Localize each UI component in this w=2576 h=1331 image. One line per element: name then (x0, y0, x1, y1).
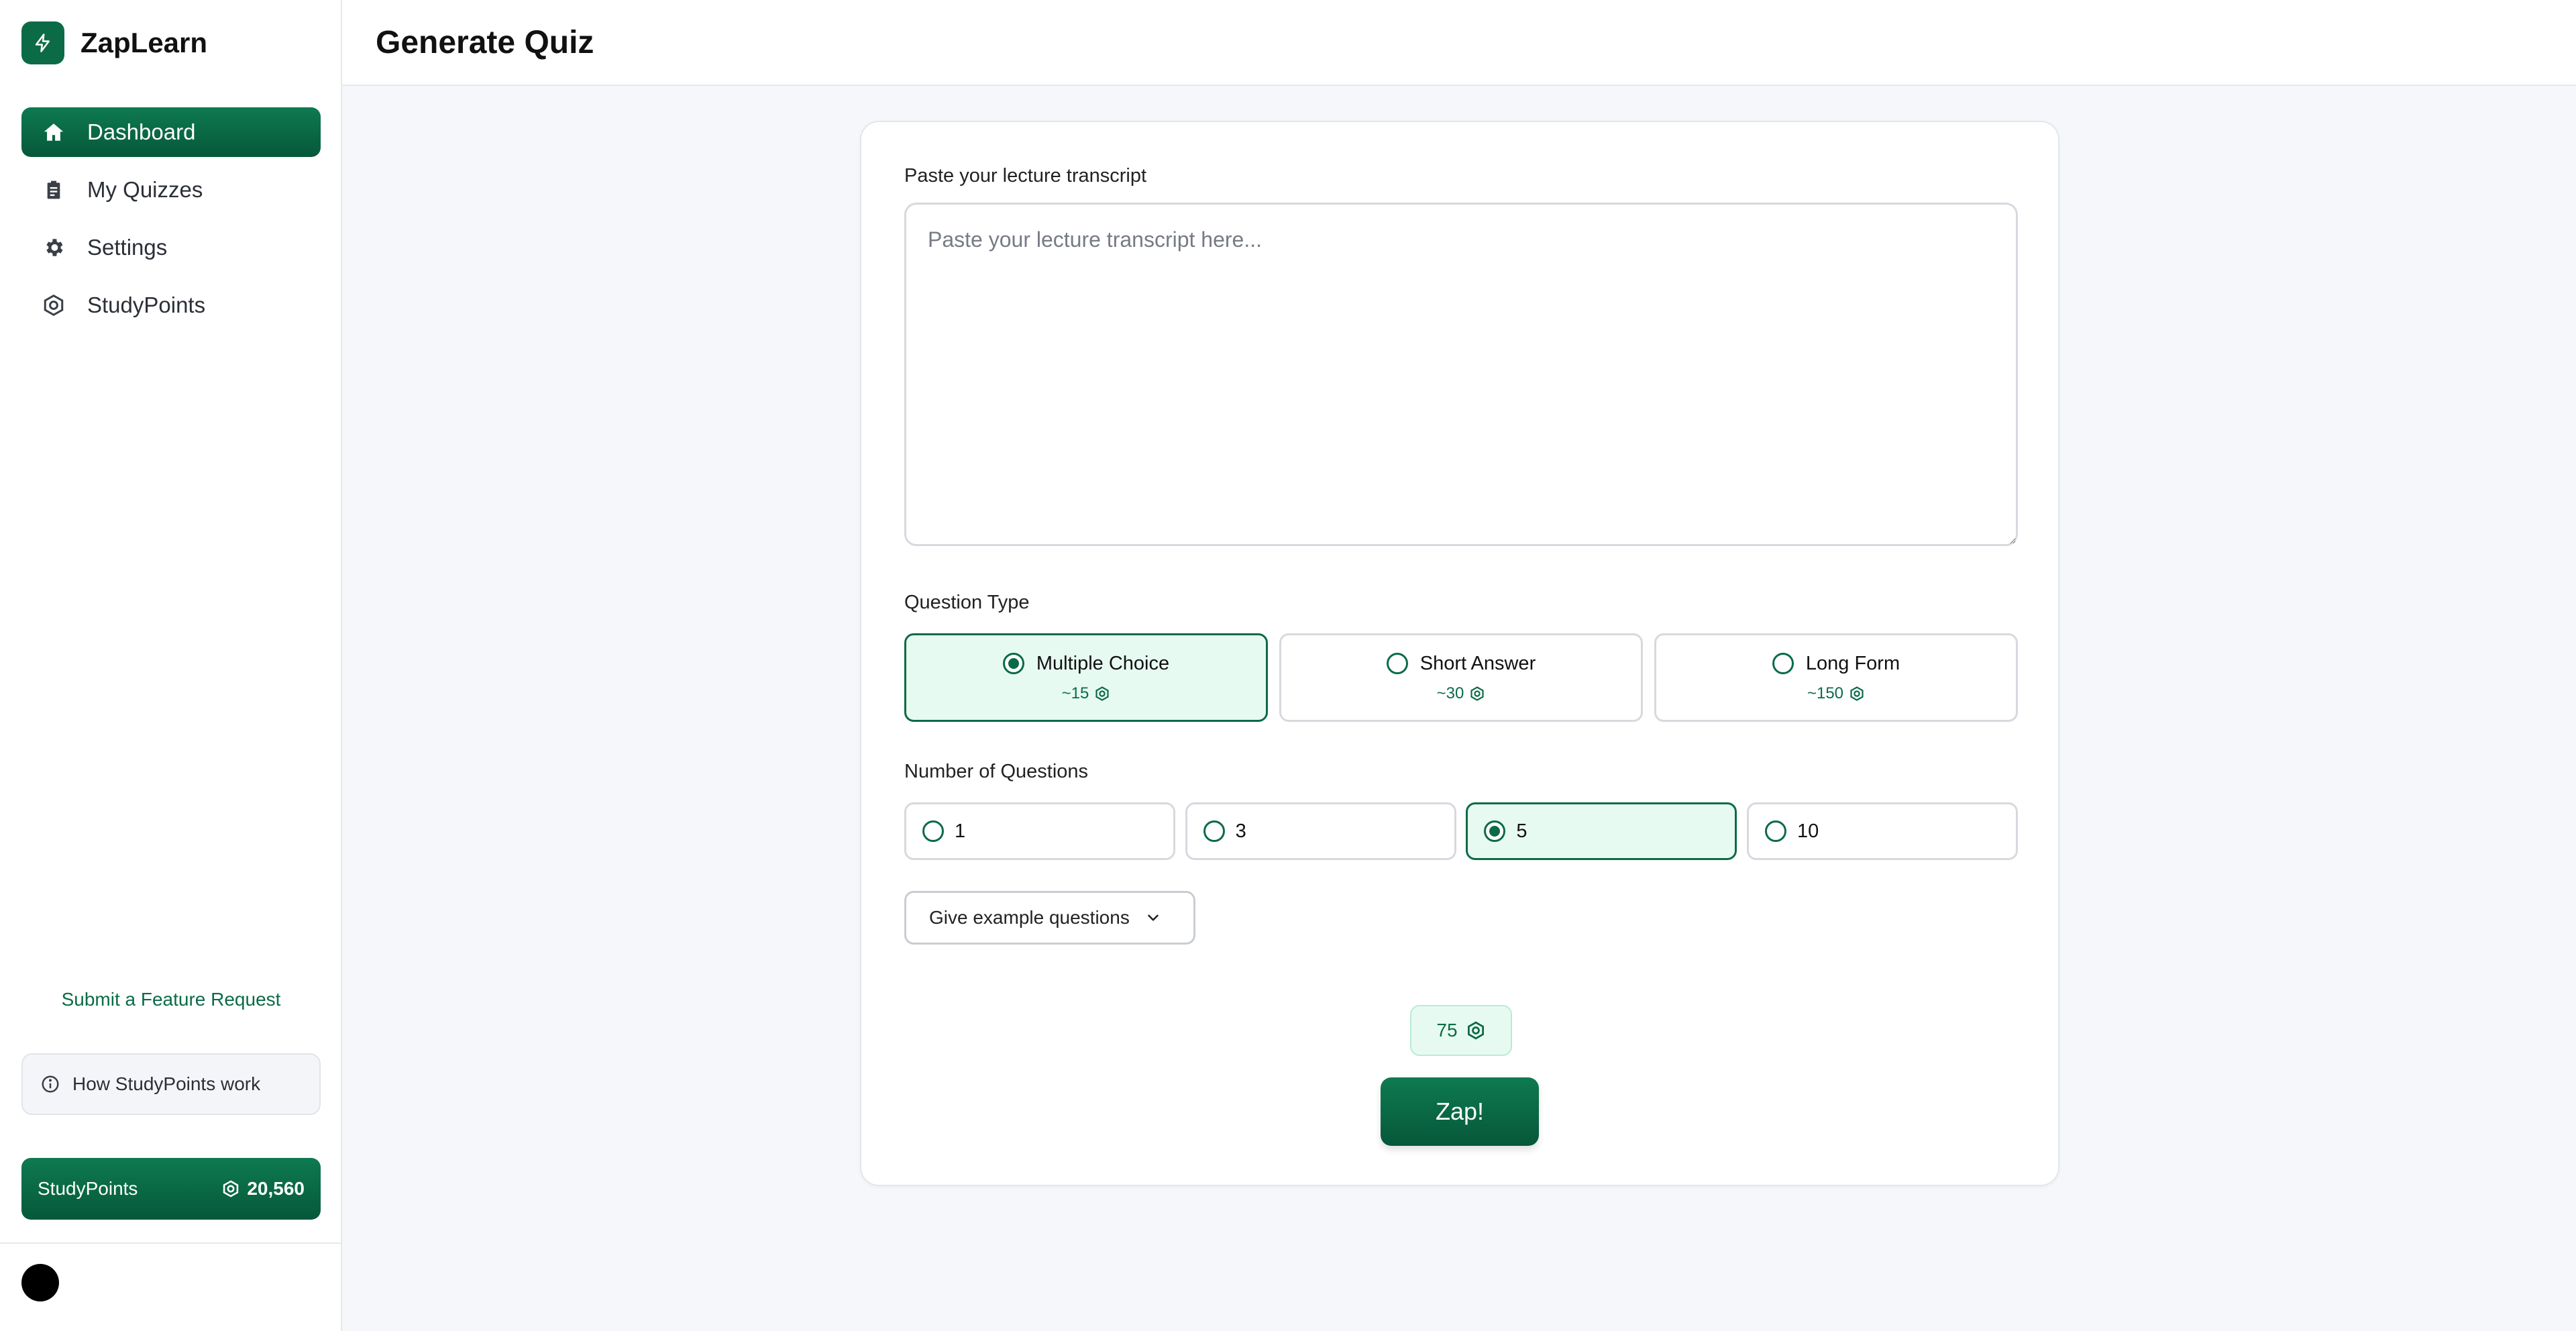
brand[interactable]: ZapLearn (21, 21, 207, 64)
studypoints-balance[interactable]: StudyPoints 20,560 (21, 1158, 321, 1220)
num-questions-group: 1 3 5 10 (904, 802, 2018, 860)
studypoints-value-wrap: 20,560 (221, 1178, 305, 1200)
question-type-short-answer[interactable]: Short Answer ~30 (1279, 633, 1643, 722)
how-studypoints-label: How StudyPoints work (72, 1073, 261, 1094)
num-questions-label: Number of Questions (904, 761, 1089, 782)
hexagon-coin-icon (1470, 686, 1484, 701)
question-type-group: Multiple Choice ~15 Short Answer ~30 Lon… (904, 633, 2018, 722)
question-type-label-text: Short Answer (1419, 652, 1536, 674)
question-type-cost: ~15 (1061, 684, 1089, 702)
home-icon (40, 119, 67, 146)
transcript-input[interactable] (904, 203, 2018, 546)
example-questions-dropdown[interactable]: Give example questions (904, 891, 1195, 945)
transcript-label: Paste your lecture transcript (904, 165, 1147, 187)
question-type-multiple-choice[interactable]: Multiple Choice ~15 (904, 633, 1268, 722)
question-type-label-text: Long Form (1805, 652, 1900, 674)
num-option-label: 1 (955, 820, 966, 842)
question-type-long-form[interactable]: Long Form ~150 (1654, 633, 2018, 722)
total-cost-value: 75 (1436, 1020, 1458, 1041)
sidebar: ZapLearn Dashboard My Quizzes Settings S… (0, 0, 342, 1331)
num-option-label: 3 (1235, 820, 1246, 842)
question-type-cost: ~150 (1807, 684, 1844, 702)
hexagon-coin-icon (40, 292, 67, 319)
question-type-label: Question Type (904, 592, 1030, 613)
avatar[interactable] (21, 1264, 59, 1301)
radio-unselected[interactable] (1772, 653, 1794, 674)
num-questions-option-3[interactable]: 3 (1185, 802, 1456, 860)
num-questions-option-1[interactable]: 1 (904, 802, 1175, 860)
radio-selected[interactable] (1002, 653, 1024, 674)
num-option-label: 5 (1516, 820, 1527, 842)
gear-icon (40, 234, 67, 261)
hexagon-coin-icon (1095, 686, 1109, 701)
question-type-label-text: Multiple Choice (1036, 652, 1170, 674)
sidebar-item-label: My Quizzes (87, 177, 203, 202)
app-name: ZapLearn (80, 27, 208, 58)
num-questions-option-10[interactable]: 10 (1746, 802, 2018, 860)
hexagon-coin-icon (223, 1180, 239, 1197)
example-questions-label: Give example questions (929, 907, 1130, 928)
sidebar-item-dashboard[interactable]: Dashboard (21, 107, 321, 157)
info-icon (40, 1074, 60, 1094)
page-header: Generate Quiz (342, 0, 2576, 86)
radio-unselected[interactable] (1764, 820, 1786, 842)
sidebar-item-label: Settings (87, 235, 168, 260)
sidebar-item-my-quizzes[interactable]: My Quizzes (21, 165, 321, 215)
how-studypoints-work-button[interactable]: How StudyPoints work (21, 1053, 321, 1115)
sidebar-item-label: Dashboard (87, 119, 196, 144)
total-cost-badge: 75 (1410, 1005, 1512, 1056)
radio-selected[interactable] (1484, 820, 1506, 842)
sidebar-divider (0, 1242, 342, 1244)
bolt-icon (21, 21, 64, 64)
sidebar-item-settings[interactable]: Settings (21, 223, 321, 272)
radio-unselected[interactable] (922, 820, 944, 842)
radio-unselected[interactable] (1203, 820, 1225, 842)
sidebar-item-studypoints[interactable]: StudyPoints (21, 280, 321, 330)
feature-request-link[interactable]: Submit a Feature Request (0, 989, 342, 1010)
sidebar-item-label: StudyPoints (87, 292, 206, 317)
generate-quiz-card: Paste your lecture transcript Question T… (860, 121, 2059, 1186)
radio-unselected[interactable] (1386, 653, 1408, 674)
page-title: Generate Quiz (376, 25, 594, 60)
chevron-down-icon (1148, 914, 1159, 921)
question-type-cost: ~30 (1436, 684, 1464, 702)
sidebar-nav: Dashboard My Quizzes Settings StudyPoint… (21, 107, 321, 338)
num-option-label: 10 (1796, 820, 1819, 842)
hexagon-coin-icon (1467, 1021, 1484, 1040)
studypoints-label: StudyPoints (38, 1178, 138, 1199)
num-questions-option-5[interactable]: 5 (1466, 802, 1737, 860)
studypoints-value: 20,560 (247, 1178, 305, 1199)
hexagon-coin-icon (1850, 686, 1864, 701)
zap-submit-button[interactable]: Zap! (1381, 1077, 1539, 1146)
clipboard-icon (40, 176, 67, 203)
